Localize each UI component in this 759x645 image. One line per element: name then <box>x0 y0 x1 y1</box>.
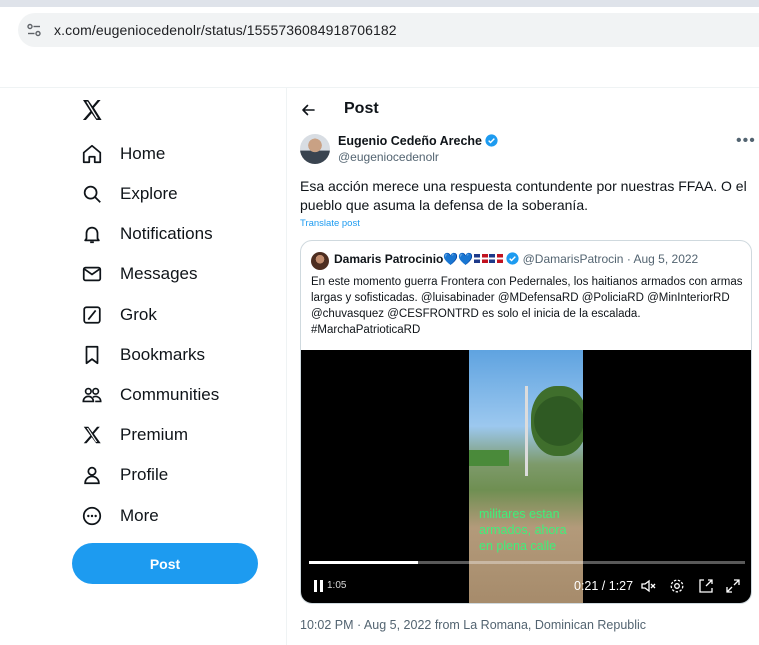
communities-icon <box>82 387 102 403</box>
video-overlay-text: militares estan armados, ahora en plena … <box>479 507 567 553</box>
url-text[interactable]: x.com/eugeniocedenolr/status/15557360849… <box>54 22 397 38</box>
address-bar[interactable]: x.com/eugeniocedenolr/status/15557360849… <box>18 13 759 47</box>
video-player[interactable]: militares estan armados, ahora en plena … <box>301 350 751 603</box>
author-avatar[interactable] <box>300 134 330 164</box>
play-icon[interactable] <box>313 579 325 593</box>
quoted-date[interactable]: Aug 5, 2022 <box>634 252 699 266</box>
sidebar-item-label: Messages <box>120 264 198 283</box>
fullscreen-icon[interactable] <box>725 578 741 594</box>
flag-icon <box>489 254 504 263</box>
bookmark-icon <box>85 345 99 365</box>
page-title: Post <box>344 100 379 117</box>
verified-badge-icon <box>506 252 519 265</box>
sidebar-item-messages[interactable]: Messages <box>72 254 197 294</box>
video-frame[interactable]: militares estan armados, ahora en plena … <box>469 350 583 603</box>
sidebar-item-label: More <box>120 506 159 525</box>
site-settings-icon[interactable] <box>26 22 42 38</box>
post-button[interactable]: Post <box>72 543 258 584</box>
sidebar-item-grok[interactable]: Grok <box>72 295 157 335</box>
video-wall <box>469 450 509 466</box>
sidebar-item-label: Profile <box>120 465 169 484</box>
browser-top-strip <box>0 0 759 7</box>
video-progress-fill <box>309 561 418 564</box>
quoted-author-handle[interactable]: @DamarisPatrocin <box>523 252 624 266</box>
author-handle[interactable]: @eugeniocedenolr <box>338 150 439 164</box>
sidebar-item-label: Grok <box>120 305 157 324</box>
more-options-icon[interactable]: ••• <box>736 132 756 150</box>
settings-gear-icon[interactable] <box>669 578 685 594</box>
sidebar-item-label: Bookmarks <box>120 345 206 364</box>
quoted-tweet[interactable]: Damaris Patrocinio💙💙 @DamarisPatrocin · … <box>300 240 752 604</box>
sidebar-item-more[interactable]: More <box>72 496 159 536</box>
tweet-timestamp[interactable]: 10:02 PM · Aug 5, 2022 from La Romana, D… <box>300 618 646 632</box>
sidebar-item-notifications[interactable]: Notifications <box>72 214 213 254</box>
author-name-text[interactable]: Eugenio Cedeño Areche <box>338 134 482 148</box>
verified-badge-icon <box>485 134 498 147</box>
video-pole <box>525 386 528 476</box>
quoted-text: En este momento guerra Frontera con Pede… <box>311 276 743 336</box>
quoted-separator: · <box>623 252 634 266</box>
sidebar-item-label: Home <box>120 144 166 163</box>
back-arrow-icon[interactable] <box>300 102 316 118</box>
sidebar: Home Explore Notifications Messages Grok… <box>0 88 287 645</box>
x-logo-icon <box>83 426 101 444</box>
video-current-time: 1:05 <box>327 580 347 591</box>
video-duration: 0:21 / 1:27 <box>574 579 634 593</box>
quoted-author-name[interactable]: Damaris Patrocinio💙💙 <box>334 252 473 266</box>
author-name[interactable]: Eugenio Cedeño Areche <box>338 134 498 148</box>
x-logo-icon[interactable] <box>80 98 104 122</box>
video-progress-bar[interactable] <box>309 561 745 564</box>
sidebar-item-explore[interactable]: Explore <box>72 174 178 214</box>
flag-icon <box>474 254 489 263</box>
sidebar-item-communities[interactable]: Communities <box>72 375 219 415</box>
sidebar-item-label: Premium <box>120 425 189 444</box>
tweet-text: Esa acción merece una respuesta contunde… <box>300 178 747 213</box>
sidebar-item-label: Explore <box>120 184 178 203</box>
envelope-icon <box>82 266 102 282</box>
quoted-header: Damaris Patrocinio💙💙 @DamarisPatrocin · … <box>334 252 698 266</box>
video-tree <box>531 386 583 456</box>
sidebar-item-premium[interactable]: Premium <box>72 415 188 455</box>
sidebar-item-label: Communities <box>120 385 220 404</box>
video-controls: 1:05 0:21 / 1:27 <box>301 576 751 596</box>
sidebar-item-home[interactable]: Home <box>72 134 165 174</box>
search-icon <box>83 185 101 203</box>
translate-link[interactable]: Translate post <box>300 218 360 229</box>
more-circle-icon <box>82 506 102 526</box>
main-column: Post Eugenio Cedeño Areche @eugenioceden… <box>288 88 759 645</box>
person-icon <box>84 466 100 485</box>
sidebar-item-bookmarks[interactable]: Bookmarks <box>72 335 205 375</box>
pip-icon[interactable] <box>698 578 714 594</box>
sidebar-item-label: Notifications <box>120 224 213 243</box>
mute-icon[interactable] <box>640 578 656 594</box>
bell-icon <box>84 226 100 244</box>
quoted-author-avatar[interactable] <box>311 252 329 270</box>
grok-icon <box>83 306 101 324</box>
sidebar-item-profile[interactable]: Profile <box>72 455 168 495</box>
home-icon <box>82 144 102 164</box>
